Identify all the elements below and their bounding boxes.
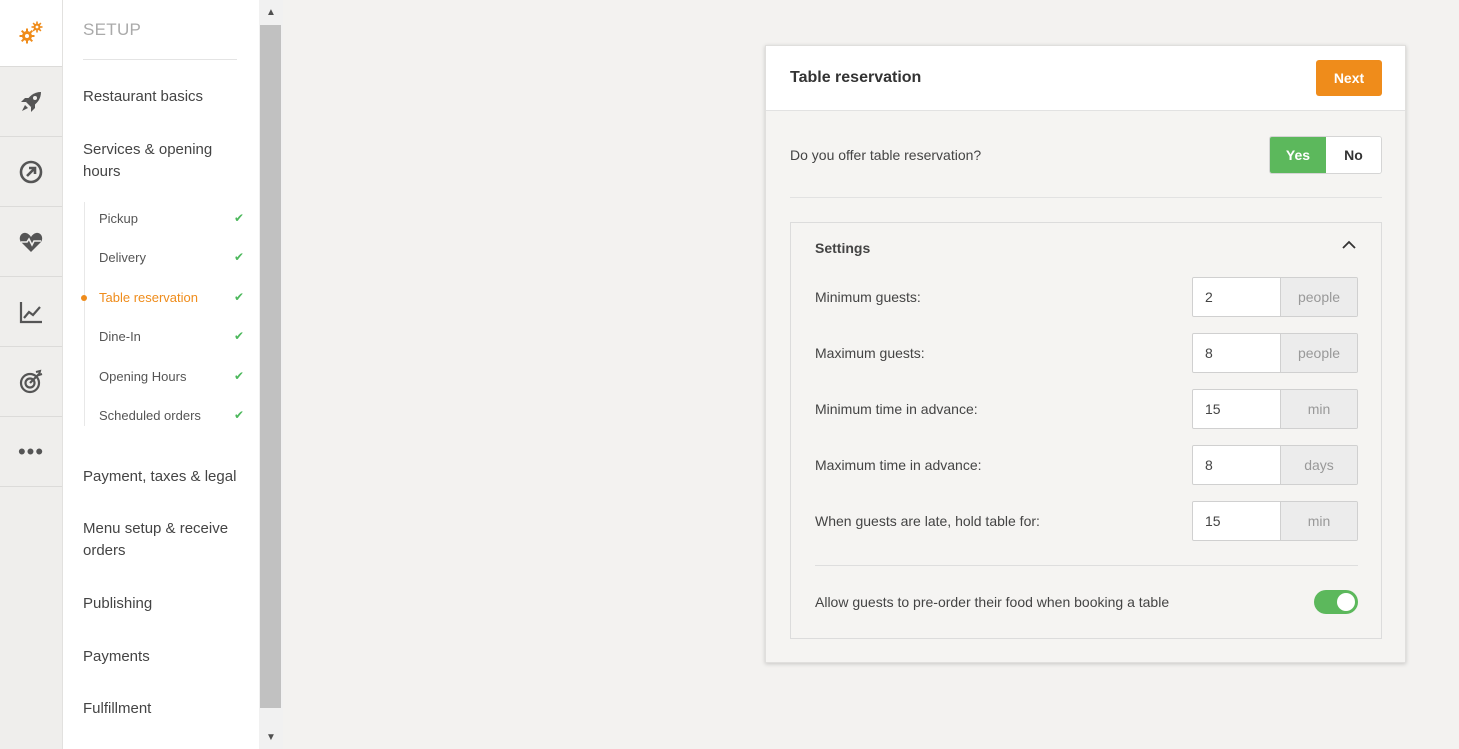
settings-divider: [815, 565, 1358, 566]
field-row-minimum-guests: Minimum guests: people: [815, 277, 1358, 317]
max-time-advance-input[interactable]: [1193, 446, 1281, 484]
sidebar-divider: [83, 59, 237, 60]
rocket-icon: [21, 91, 41, 112]
minimum-guests-input[interactable]: [1193, 278, 1281, 316]
setup-sidebar: SETUP Restaurant basics Services & openi…: [63, 0, 259, 749]
field-group: people: [1192, 333, 1358, 373]
arrow-circle-icon: [19, 160, 43, 183]
rail-item-health[interactable]: [0, 207, 62, 277]
subnav-item-label: Opening Hours: [99, 368, 187, 384]
subnav-item-delivery[interactable]: Delivery ✔: [99, 247, 244, 267]
check-icon: ✔: [233, 250, 244, 264]
min-time-advance-input[interactable]: [1193, 390, 1281, 428]
sidebar-item-restaurant-basics[interactable]: Restaurant basics: [83, 86, 248, 108]
subnav-item-label: Pickup: [99, 210, 139, 226]
question-divider: [790, 197, 1382, 198]
field-unit: people: [1281, 278, 1357, 316]
check-icon: ✔: [233, 290, 244, 304]
rail-item-goals[interactable]: [0, 347, 62, 417]
subnav-item-scheduled-orders[interactable]: Scheduled orders ✔: [99, 405, 244, 425]
sidebar-item-menu-setup[interactable]: Menu setup & receive orders: [83, 518, 243, 562]
field-row-hold-table: When guests are late, hold table for: mi…: [815, 501, 1358, 541]
subnav-item-table-reservation[interactable]: Table reservation ✔: [99, 287, 244, 307]
check-icon: ✔: [233, 329, 244, 343]
active-dot: [81, 295, 87, 301]
rail-item-launch[interactable]: [0, 67, 62, 137]
rail-item-setup[interactable]: [0, 0, 62, 67]
yes-no-toggle: Yes No: [1269, 136, 1382, 174]
field-label: Maximum guests:: [815, 345, 925, 361]
card-title: Table reservation: [790, 69, 922, 86]
field-row-maximum-guests: Maximum guests: people: [815, 333, 1358, 373]
field-unit: days: [1281, 446, 1357, 484]
gears-icon: [19, 21, 43, 44]
no-button[interactable]: No: [1326, 137, 1381, 173]
scroll-up-arrow-icon[interactable]: ▲: [259, 0, 283, 24]
sidebar-item-publishing[interactable]: Publishing: [83, 593, 248, 615]
subnav-item-label: Scheduled orders: [99, 407, 201, 423]
scroll-down-arrow-icon[interactable]: ▼: [259, 725, 283, 749]
card-header: Table reservation Next: [766, 46, 1405, 111]
rail-item-marketing[interactable]: [0, 137, 62, 207]
check-icon: ✔: [233, 211, 244, 225]
rail-item-more[interactable]: •••: [0, 417, 62, 487]
field-row-max-time-advance: Maximum time in advance: days: [815, 445, 1358, 485]
preorder-label: Allow guests to pre-order their food whe…: [815, 594, 1170, 610]
subnav-item-label: Dine-In: [99, 328, 141, 344]
field-unit: people: [1281, 334, 1357, 372]
check-icon: ✔: [233, 369, 244, 383]
field-unit: min: [1281, 390, 1357, 428]
more-icon: •••: [17, 438, 45, 464]
heart-pulse-icon: [19, 232, 43, 252]
check-icon: ✔: [233, 408, 244, 422]
subnav-item-label: Delivery: [99, 249, 146, 265]
sidebar-item-payment-taxes[interactable]: Payment, taxes & legal: [83, 466, 248, 488]
preorder-toggle[interactable]: [1314, 590, 1358, 614]
rail-item-reports[interactable]: [0, 277, 62, 347]
subnav-line: [84, 202, 85, 426]
field-group: days: [1192, 445, 1358, 485]
sidebar-title: SETUP: [83, 20, 142, 39]
subnav-item-dine-in[interactable]: Dine-In ✔: [99, 326, 244, 346]
subnav-item-opening-hours[interactable]: Opening Hours ✔: [99, 366, 244, 386]
settings-panel: Settings Minimum guests: people Maximum …: [790, 222, 1382, 639]
field-label: When guests are late, hold table for:: [815, 513, 1040, 529]
yes-button[interactable]: Yes: [1270, 137, 1326, 173]
sidebar-item-services[interactable]: Services & opening hours: [83, 139, 233, 183]
sidebar-scrollbar[interactable]: ▲ ▼: [259, 0, 283, 749]
sidebar-item-payments[interactable]: Payments: [83, 646, 248, 668]
target-icon: [19, 369, 43, 393]
sidebar-item-fulfillment[interactable]: Fulfillment: [83, 698, 248, 720]
hold-table-input[interactable]: [1193, 502, 1281, 540]
next-button[interactable]: Next: [1316, 60, 1382, 96]
preorder-row: Allow guests to pre-order their food whe…: [815, 590, 1358, 614]
scroll-thumb[interactable]: [260, 25, 281, 708]
field-group: people: [1192, 277, 1358, 317]
subnav-item-pickup[interactable]: Pickup ✔: [99, 208, 244, 228]
table-reservation-card: Table reservation Next Do you offer tabl…: [765, 45, 1406, 663]
chart-line-icon: [19, 301, 42, 323]
field-group: min: [1192, 501, 1358, 541]
offer-reservation-question: Do you offer table reservation?: [790, 147, 982, 163]
field-row-min-time-advance: Minimum time in advance: min: [815, 389, 1358, 429]
field-label: Minimum time in advance:: [815, 401, 978, 417]
field-label: Minimum guests:: [815, 289, 921, 305]
offer-reservation-row: Do you offer table reservation? Yes No: [790, 135, 1382, 175]
field-unit: min: [1281, 502, 1357, 540]
settings-title: Settings: [815, 240, 871, 256]
chevron-up-icon[interactable]: [1339, 235, 1359, 255]
field-label: Maximum time in advance:: [815, 457, 982, 473]
maximum-guests-input[interactable]: [1193, 334, 1281, 372]
icon-rail: •••: [0, 0, 63, 749]
subnav-item-label: Table reservation: [99, 289, 198, 305]
field-group: min: [1192, 389, 1358, 429]
toggle-knob: [1337, 593, 1355, 611]
